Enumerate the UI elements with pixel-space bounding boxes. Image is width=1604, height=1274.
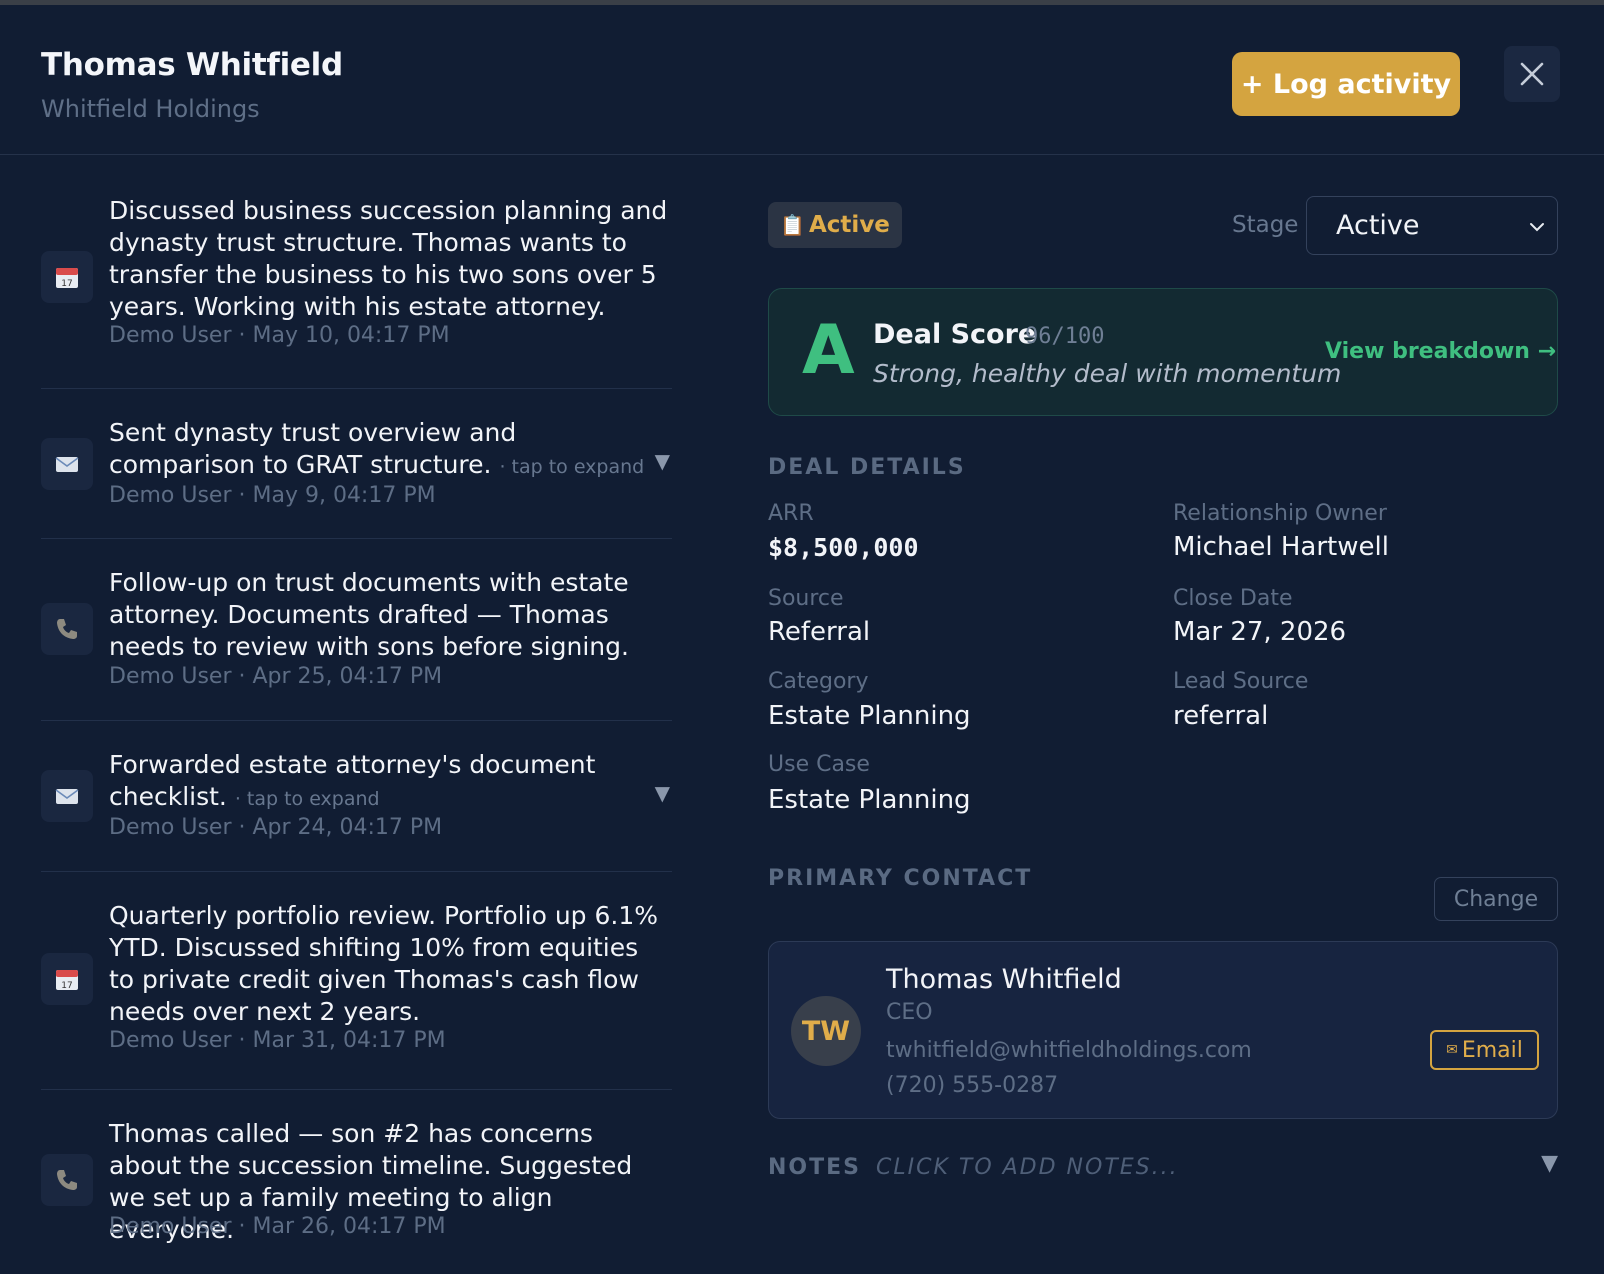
activity-meta: Demo User · Apr 25, 04:17 PM [109,664,443,689]
activity-meta: Demo User · Mar 31, 04:17 PM [109,1028,446,1053]
activity-item[interactable]: Thomas called — son #2 has concerns abou… [41,1090,672,1270]
deal-score-description: Strong, healthy deal with momentum [873,359,1342,388]
relationship-owner-value: Michael Hartwell [1173,532,1389,562]
expand-caret-icon[interactable]: ▼ [655,449,670,473]
mail-icon [41,438,93,490]
log-activity-button[interactable]: + Log activity [1232,52,1460,116]
arr-value: $8,500,000 [768,533,919,562]
activity-text: Sent dynasty trust overview and comparis… [109,417,669,483]
stage-value: Active [1336,210,1420,241]
activity-list: 17 Discussed business succession plannin… [41,155,672,1270]
svg-text:17: 17 [61,981,72,991]
primary-contact-heading: PRIMARY CONTACT [768,866,1033,891]
avatar: TW [791,996,861,1066]
category-label: Category [768,669,869,694]
calendar-icon: 17 [41,953,93,1005]
calendar-icon: 17 [41,251,93,303]
deal-panel: 📋 Active Stage Active A Deal Score 96/10… [768,155,1558,1274]
deal-score-grade: A [802,311,855,390]
activity-item[interactable]: Follow-up on trust documents with estate… [41,539,672,721]
lead-source-label: Lead Source [1173,669,1309,694]
arr-label: ARR [768,501,814,526]
activity-text: Follow-up on trust documents with estate… [109,568,629,661]
close-date-label: Close Date [1173,586,1293,611]
email-button-label: Email [1461,1037,1523,1063]
close-date-value: Mar 27, 2026 [1173,617,1347,647]
deal-score-card: A Deal Score 96/100 Strong, healthy deal… [768,288,1558,416]
email-button[interactable]: ✉ Email [1430,1030,1539,1070]
activity-item[interactable]: 17 Discussed business succession plannin… [41,155,672,389]
close-icon [1520,62,1544,86]
change-contact-button[interactable]: Change [1434,877,1558,921]
mail-icon [41,770,93,822]
activity-meta: Demo User · Apr 24, 04:17 PM [109,815,443,840]
tap-to-expand-hint: · tap to expand [234,788,380,810]
activity-item[interactable]: Sent dynasty trust overview and comparis… [41,389,672,539]
envelope-icon: ✉ [1446,1042,1458,1058]
category-value: Estate Planning [768,701,971,731]
status-label: Active [809,212,890,238]
activity-item[interactable]: 17 Quarterly portfolio review. Portfolio… [41,872,672,1090]
stage-label: Stage [1232,212,1299,238]
tap-to-expand-hint: · tap to expand [499,456,645,478]
activity-item[interactable]: Forwarded estate attorney's document che… [41,721,672,872]
notes-input[interactable]: CLICK TO ADD NOTES... [876,1155,1179,1180]
company-subtitle: Whitfield Holdings [41,95,260,123]
svg-text:17: 17 [61,279,72,289]
deal-details-heading: DEAL DETAILS [768,455,966,480]
close-button[interactable] [1504,46,1560,102]
deal-score-title: Deal Score [873,319,1037,350]
page-title: Thomas Whitfield [41,47,343,83]
use-case-label: Use Case [768,752,870,777]
activity-text-body: Sent dynasty trust overview and comparis… [109,418,517,479]
activity-meta: Demo User · May 10, 04:17 PM [109,323,450,348]
use-case-value: Estate Planning [768,785,971,815]
modal-header: Thomas Whitfield Whitfield Holdings + Lo… [0,5,1604,155]
stage-select[interactable]: Active [1306,196,1558,255]
activity-text: Quarterly portfolio review. Portfolio up… [109,901,658,1026]
source-value: Referral [768,617,871,647]
contact-email[interactable]: twhitfield@whitfieldholdings.com [886,1038,1252,1063]
contact-card: TW Thomas Whitfield CEO twhitfield@whitf… [768,941,1558,1119]
notes-label: NOTES [768,1155,861,1180]
contact-phone[interactable]: (720) 555-0287 [886,1073,1058,1098]
expand-caret-icon[interactable]: ▼ [655,781,670,805]
phone-icon [41,603,93,655]
chevron-down-icon [1530,223,1544,232]
view-breakdown-link[interactable]: View breakdown → [1325,339,1556,364]
lead-source-value: referral [1173,701,1269,731]
activity-meta: Demo User · Mar 26, 04:17 PM [109,1214,446,1239]
contact-role: CEO [886,1000,933,1025]
source-label: Source [768,586,844,611]
clipboard-icon: 📋 [780,213,805,237]
activity-text: Forwarded estate attorney's document che… [109,749,669,815]
activity-text: Discussed business succession planning a… [109,196,668,321]
status-badge: 📋 Active [768,202,902,248]
deal-score-value: 96/100 [1025,324,1105,349]
phone-icon [41,1154,93,1206]
notes-expand-caret-icon[interactable]: ▼ [1541,1151,1558,1176]
relationship-owner-label: Relationship Owner [1173,501,1387,526]
activity-meta: Demo User · May 9, 04:17 PM [109,483,436,508]
contact-name: Thomas Whitfield [886,964,1122,995]
